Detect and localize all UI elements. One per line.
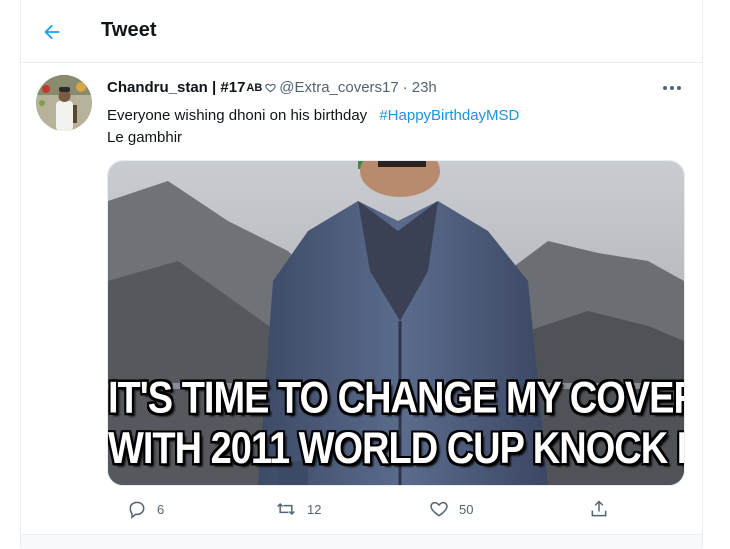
share-button[interactable] — [589, 499, 609, 519]
author-name[interactable]: Chandru_stan | #17 — [107, 79, 245, 96]
meme-caption-line1: IT'S TIME TO CHANGE MY COVER PIC — [108, 373, 684, 424]
like-button[interactable]: 50 — [429, 499, 473, 519]
meme-caption: IT'S TIME TO CHANGE MY COVER PIC WITH 20… — [108, 374, 684, 475]
heart-icon — [430, 501, 448, 517]
tweet-page: Tweet Chandru_stan | #17 AB @Extra_cover… — [20, 0, 703, 549]
top-bar: Tweet — [21, 0, 702, 63]
tweet-text-line1: Everyone wishing dhoni on his birthday — [107, 107, 368, 124]
share-icon — [591, 500, 607, 517]
page-title: Tweet — [101, 19, 157, 41]
retweet-count: 12 — [307, 501, 322, 517]
tweet-text: Everyone wishing dhoni on his birthday #… — [107, 105, 682, 149]
bottom-divider — [21, 534, 702, 549]
heart-badge-icon — [265, 82, 276, 93]
more-icon — [663, 86, 681, 90]
tweet-header: Chandru_stan | #17 AB @Extra_covers17 · … — [107, 79, 437, 96]
separator-dot: · — [402, 79, 408, 96]
tweet-time[interactable]: 23h — [412, 79, 437, 96]
tweet-media-image[interactable]: IT'S TIME TO CHANGE MY COVER PIC WITH 20… — [107, 160, 685, 486]
arrow-left-icon — [44, 24, 60, 40]
retweet-button[interactable]: 12 — [275, 499, 321, 519]
tweet-text-line2: Le gambhir — [107, 129, 183, 146]
tweet-actions: 6 12 50 — [107, 499, 607, 523]
more-options-button[interactable] — [660, 81, 684, 95]
back-button[interactable] — [39, 19, 65, 45]
reply-icon — [129, 501, 145, 519]
tweet-card[interactable]: Chandru_stan | #17 AB @Extra_covers17 · … — [21, 63, 702, 533]
avatar[interactable] — [36, 75, 92, 131]
reply-button[interactable]: 6 — [127, 499, 164, 519]
like-count: 50 — [459, 501, 474, 517]
author-name-suffix: AB — [246, 81, 263, 94]
meme-caption-line2: WITH 2011 WORLD CUP KNOCK IMAGE — [108, 424, 684, 474]
hashtag-link[interactable]: #HappyBirthdayMSD — [379, 107, 519, 124]
author-handle[interactable]: @Extra_covers17 — [279, 79, 398, 96]
retweet-icon — [277, 502, 295, 516]
reply-count: 6 — [157, 501, 165, 517]
